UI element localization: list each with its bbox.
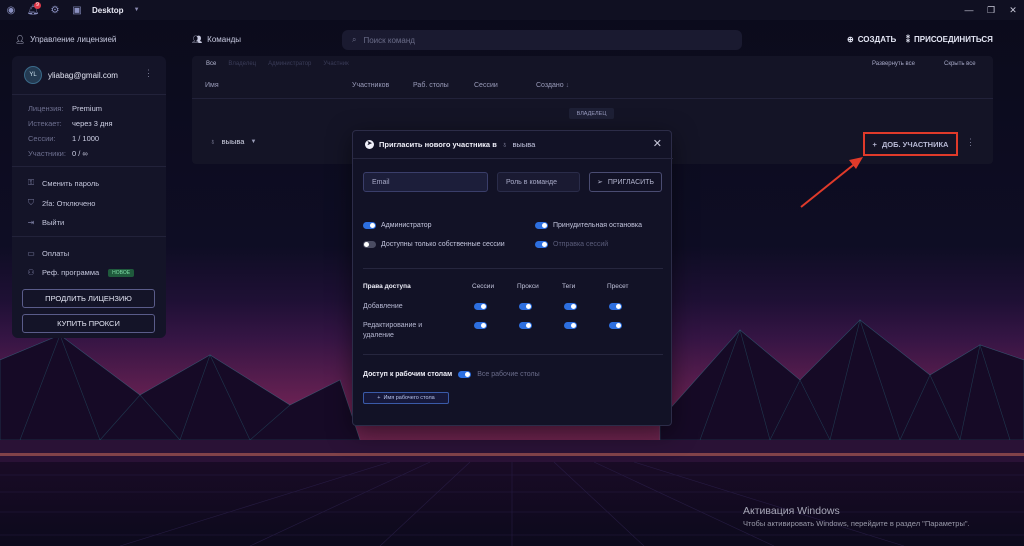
divider bbox=[363, 268, 663, 269]
perm-edit-sessions-toggle[interactable] bbox=[474, 322, 487, 329]
perm-edit-preset-toggle[interactable] bbox=[609, 322, 622, 329]
role-field[interactable]: Роль в команде bbox=[497, 172, 580, 192]
perm-row-add-label: Добавление bbox=[363, 303, 403, 310]
invite-label: ПРИГЛАСИТЬ bbox=[607, 178, 655, 186]
all-desktops-label: Все рабочие столы bbox=[477, 371, 540, 378]
email-field[interactable]: Email bbox=[363, 172, 488, 192]
all-desktops-toggle[interactable] bbox=[458, 371, 472, 378]
invite-button[interactable]: ➢ ПРИГЛАСИТЬ bbox=[589, 172, 662, 192]
desktop-access-row: Доступ к рабочим столам Все рабочие стол… bbox=[363, 371, 540, 378]
perm-header-sessions: Сессии bbox=[472, 283, 495, 290]
perm-row-edit-label: Редактирование и удаление bbox=[363, 322, 423, 339]
plus-icon: + bbox=[377, 395, 381, 401]
force-stop-toggle-row[interactable]: Принудительная остановка bbox=[535, 222, 642, 229]
desktop-name-label: Имя рабочего стола bbox=[383, 395, 435, 401]
own-sessions-toggle[interactable] bbox=[363, 241, 376, 248]
perm-header-tags: Теги bbox=[562, 283, 576, 290]
send-sessions-label: Отправка сессий bbox=[553, 241, 609, 248]
perm-header-preset: Пресет bbox=[607, 283, 629, 290]
own-sessions-label: Доступны только собственные сессии bbox=[381, 241, 505, 248]
force-stop-label: Принудительная остановка bbox=[553, 222, 642, 229]
force-stop-toggle[interactable] bbox=[535, 222, 548, 229]
admin-label: Администратор bbox=[381, 222, 432, 229]
send-icon: ➤ bbox=[365, 140, 374, 149]
admin-toggle-row[interactable]: Администратор bbox=[363, 222, 432, 229]
perm-edit-proxy-toggle[interactable] bbox=[519, 322, 532, 329]
add-desktop-name-button[interactable]: + Имя рабочего стола bbox=[363, 392, 449, 404]
divider bbox=[363, 354, 663, 355]
permissions-title: Права доступа bbox=[363, 283, 411, 290]
divider bbox=[353, 158, 673, 159]
desktop-access-label: Доступ к рабочим столам bbox=[363, 371, 453, 378]
close-icon[interactable]: ✕ bbox=[653, 137, 662, 150]
team-avatar-icon: ♁ bbox=[501, 140, 508, 149]
modal-title-text: Пригласить нового участника в bbox=[379, 140, 497, 149]
admin-toggle[interactable] bbox=[363, 222, 376, 229]
windows-activation-hint: Чтобы активировать Windows, перейдите в … bbox=[743, 519, 970, 528]
windows-activation-title: Активация Windows bbox=[743, 505, 840, 517]
invite-member-modal: ➤ Пригласить нового участника в ♁ выыва … bbox=[352, 130, 673, 426]
perm-add-tags-toggle[interactable] bbox=[564, 303, 577, 310]
perm-add-preset-toggle[interactable] bbox=[609, 303, 622, 310]
perm-add-proxy-toggle[interactable] bbox=[519, 303, 532, 310]
own-sessions-toggle-row[interactable]: Доступны только собственные сессии bbox=[363, 241, 505, 248]
send-plane-icon: ➢ bbox=[596, 179, 603, 186]
send-sessions-toggle[interactable] bbox=[535, 241, 548, 248]
perm-add-sessions-toggle[interactable] bbox=[474, 303, 487, 310]
modal-title: ➤ Пригласить нового участника в ♁ выыва bbox=[365, 140, 535, 149]
modal-team-name: выыва bbox=[512, 140, 536, 149]
perm-header-proxy: Прокси bbox=[517, 283, 539, 290]
perm-edit-tags-toggle[interactable] bbox=[564, 322, 577, 329]
send-sessions-toggle-row[interactable]: Отправка сессий bbox=[535, 241, 608, 248]
